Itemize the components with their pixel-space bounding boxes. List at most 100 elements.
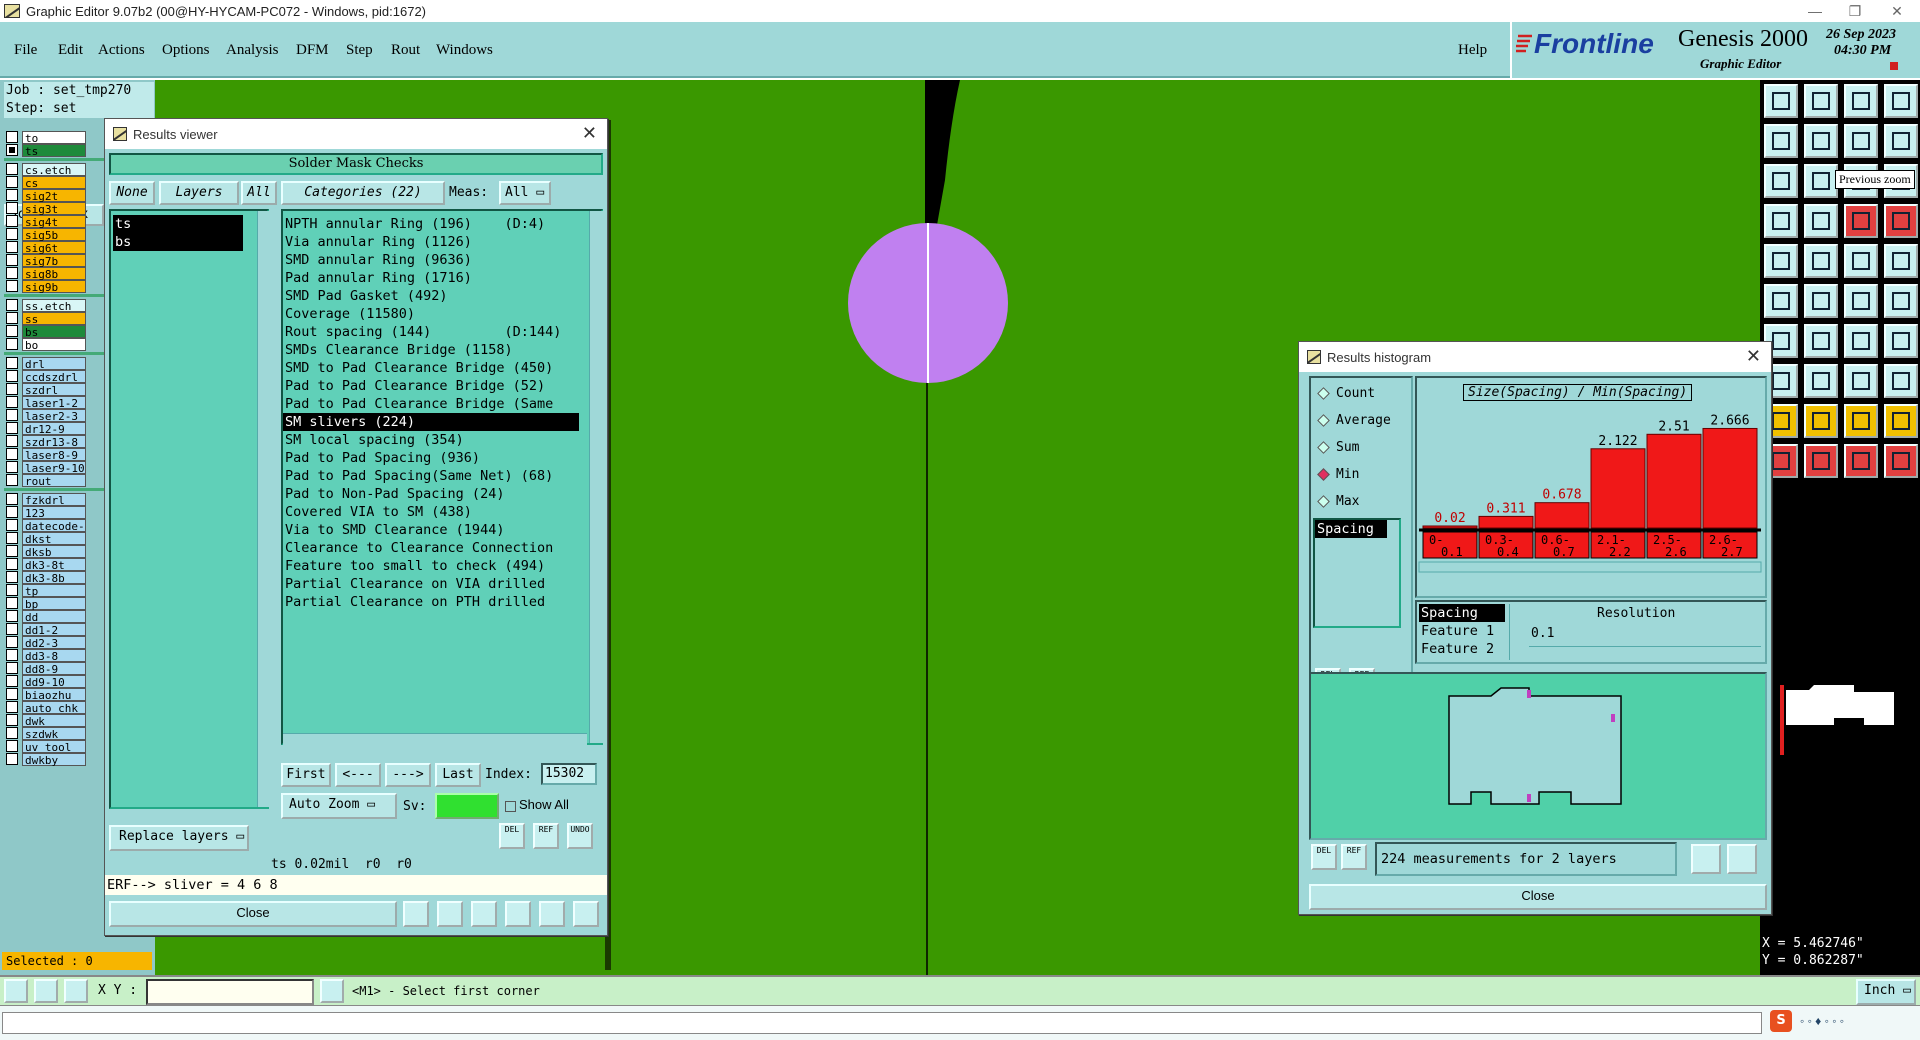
layer-row[interactable]: dr12-9 xyxy=(6,421,86,436)
layer-name[interactable]: datecode- xyxy=(22,518,86,533)
save-icon[interactable] xyxy=(1804,84,1838,118)
layer-name[interactable]: bp xyxy=(22,596,86,611)
layer-checkbox[interactable] xyxy=(6,636,18,648)
undo-icon[interactable]: UNDO xyxy=(567,823,593,849)
layer-row[interactable]: dksb xyxy=(6,544,86,559)
ime-icon[interactable]: S xyxy=(1770,1010,1792,1032)
menu-step[interactable]: Step xyxy=(346,42,373,59)
close-icon[interactable]: ✕ xyxy=(1877,0,1917,22)
open-icon[interactable] xyxy=(1764,84,1798,118)
menu-file[interactable]: File xyxy=(14,42,37,59)
ref-icon[interactable]: REF xyxy=(533,823,559,849)
layer-checkbox[interactable] xyxy=(6,727,18,739)
layer-name[interactable]: dk3-8t xyxy=(22,557,86,572)
layer-checkbox[interactable] xyxy=(6,131,18,143)
menu-dfm[interactable]: DFM xyxy=(296,42,329,59)
layer-results-list[interactable]: ts bs xyxy=(109,209,269,809)
menu-windows[interactable]: Windows xyxy=(436,42,493,59)
index-input[interactable]: 15302 xyxy=(541,763,597,785)
pad-icon[interactable] xyxy=(1844,364,1878,398)
minus-icon[interactable] xyxy=(1804,364,1838,398)
histogram-bar[interactable] xyxy=(1534,502,1590,529)
last-button[interactable]: Last xyxy=(435,763,481,787)
attribute-scrollbar[interactable] xyxy=(1509,604,1523,660)
category-item[interactable]: Pad to Non-Pad Spacing (24) xyxy=(283,485,579,503)
category-item[interactable]: Pad to Pad Clearance Bridge (52) xyxy=(283,377,579,395)
layer-checkbox[interactable] xyxy=(6,215,18,227)
camera-icon[interactable] xyxy=(1764,244,1798,278)
layer-list-scrollbar[interactable] xyxy=(257,211,271,807)
zoom-feature-icon[interactable] xyxy=(1691,844,1721,874)
layer-name[interactable]: laser9-10 xyxy=(22,460,86,475)
category-item[interactable]: SMD to Pad Clearance Bridge (450) xyxy=(283,359,579,377)
arch-icon[interactable] xyxy=(1844,404,1878,438)
layer-row[interactable]: laser9-10 xyxy=(6,460,86,475)
all-layers-button[interactable]: All xyxy=(241,181,277,205)
layer-checkbox[interactable] xyxy=(6,461,18,473)
layer-row[interactable]: drl xyxy=(6,356,86,371)
flip-icon[interactable] xyxy=(1884,124,1918,158)
del-icon[interactable]: DEL xyxy=(499,823,525,849)
layer-checkbox[interactable] xyxy=(6,325,18,337)
layer-checkbox[interactable] xyxy=(6,299,18,311)
layer-row[interactable]: laser2-3 xyxy=(6,408,86,423)
radio-icon[interactable] xyxy=(1317,441,1330,454)
layer-checkbox[interactable] xyxy=(6,584,18,596)
layer-row[interactable]: to xyxy=(6,130,86,145)
layer-checkbox[interactable] xyxy=(6,435,18,447)
pointer-icon[interactable] xyxy=(1884,444,1918,478)
chart-scrollbar[interactable] xyxy=(1418,561,1762,573)
layer-name[interactable]: dkst xyxy=(22,531,86,546)
restore-icon[interactable]: ❐ xyxy=(1835,0,1875,22)
cross-icon[interactable] xyxy=(471,901,497,927)
layer-row[interactable]: biaozhu xyxy=(6,687,86,702)
category-item[interactable]: Feature too small to check (494) xyxy=(283,557,579,575)
layer-row[interactable]: bo xyxy=(6,337,86,352)
layer-checkbox[interactable] xyxy=(6,357,18,369)
layer-row[interactable]: ss xyxy=(6,311,86,326)
mode-option[interactable]: Average xyxy=(1317,413,1391,428)
sv-color-dropdown[interactable] xyxy=(435,793,499,819)
menu-options[interactable]: Options xyxy=(162,42,210,59)
category-item[interactable]: Coverage (11580) xyxy=(283,305,579,323)
category-item[interactable]: Partial Clearance on VIA drilled xyxy=(283,575,579,593)
category-item[interactable]: SMDs Clearance Bridge (1158) xyxy=(283,341,579,359)
minimize-icon[interactable]: — xyxy=(1795,0,1835,22)
layer-checkbox[interactable] xyxy=(6,649,18,661)
category-item[interactable]: Pad to Pad Clearance Bridge (Same xyxy=(283,395,579,413)
layer-checkbox[interactable] xyxy=(6,338,18,350)
layer-row[interactable]: ss.etch xyxy=(6,298,86,313)
snap-icon[interactable] xyxy=(1764,204,1798,238)
radio-icon[interactable] xyxy=(1317,387,1330,400)
arrow-left-icon[interactable] xyxy=(1764,124,1798,158)
unit-dropdown[interactable]: Inch ▭ xyxy=(1856,979,1916,1005)
layer-row[interactable]: auto_chk xyxy=(6,700,86,715)
layer-checkbox[interactable] xyxy=(6,383,18,395)
layer-name[interactable]: laser8-9 xyxy=(22,447,86,462)
category-list[interactable]: NPTH annular Ring (196) (D:4) Via annular… xyxy=(281,209,603,745)
layer-name[interactable]: sig5b xyxy=(22,227,86,242)
move-icon[interactable] xyxy=(1764,164,1798,198)
network-icon[interactable] xyxy=(1764,284,1798,318)
layer-checkbox[interactable] xyxy=(6,740,18,752)
histogram-bar[interactable] xyxy=(1590,448,1646,529)
layer-checkbox[interactable] xyxy=(6,675,18,687)
histogram-bar[interactable] xyxy=(1646,433,1702,529)
layer-checkbox[interactable] xyxy=(6,610,18,622)
layer-row[interactable]: sig4t xyxy=(6,214,86,229)
result-layer-item[interactable]: ts xyxy=(113,215,243,233)
layer-name[interactable]: to xyxy=(22,130,86,145)
layer-checkbox[interactable] xyxy=(6,506,18,518)
close-icon[interactable]: ✕ xyxy=(1746,346,1761,367)
histogram-close-button[interactable]: Close xyxy=(1309,884,1767,910)
layer-row[interactable]: sig8b xyxy=(6,266,86,281)
radio-icon[interactable] xyxy=(1317,414,1330,427)
layer-row[interactable]: dd8-9 xyxy=(6,661,86,676)
layer-name[interactable]: dwkby xyxy=(22,752,86,767)
menu-edit[interactable]: Edit xyxy=(58,42,83,59)
layer-red-icon[interactable] xyxy=(1884,204,1918,238)
category-item[interactable]: Via to SMD Clearance (1944) xyxy=(283,521,579,539)
category-item[interactable]: NPTH annular Ring (196) (D:4) xyxy=(283,215,579,233)
arch-icon[interactable] xyxy=(1884,404,1918,438)
layer-name[interactable]: fzkdrl xyxy=(22,492,86,507)
